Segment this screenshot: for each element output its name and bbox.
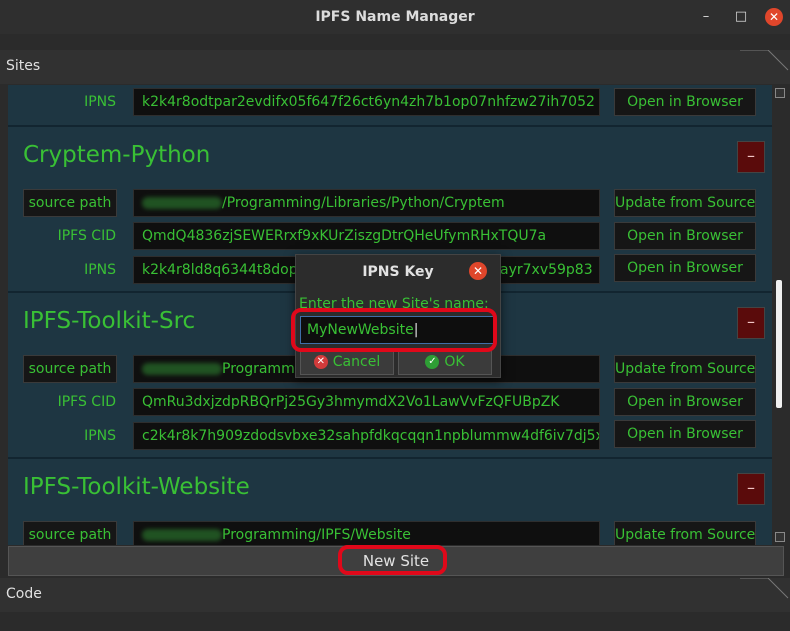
redacted-path (142, 363, 222, 375)
site-separator (8, 457, 772, 459)
ipfs-cid-label: IPFS CID (57, 394, 116, 410)
ipfs-cid-label: IPFS CID (57, 228, 116, 244)
remove-site-button[interactable]: – (737, 473, 765, 505)
cancel-icon: ✕ (313, 355, 328, 369)
source-path-value: Programming/IPFS/Website (222, 527, 411, 543)
open-in-browser-button[interactable]: Open in Browser (614, 88, 756, 116)
source-path-field[interactable]: Programming/IPFS/Website (133, 521, 600, 545)
code-section-label: Code (6, 586, 42, 602)
source-path-button[interactable]: source path (23, 521, 117, 545)
ipfs-cid-field[interactable]: QmdQ4836zjSEWERrxf9xKUrZiszgDtrQHeUfymRH… (133, 222, 600, 250)
update-from-source-button[interactable]: Update from Source (614, 355, 756, 383)
source-path-button[interactable]: source path (23, 189, 117, 217)
source-path-button[interactable]: source path (23, 355, 117, 383)
source-path-value: Programm (222, 361, 295, 377)
update-from-source-button[interactable]: Update from Source (614, 189, 756, 217)
maximize-icon[interactable]: □ (732, 8, 750, 26)
site-title: IPFS-Toolkit-Website (23, 474, 250, 500)
cancel-button[interactable]: ✕ Cancel (300, 349, 394, 375)
ipns-value-tail: ayr7xv59p83 (500, 262, 593, 278)
ipns-field[interactable]: k2k4r8odtpar2evdifx05f647f26ct6yn4zh7b1o… (133, 88, 600, 116)
ipns-value: k2k4r8ld8q6344t8dop (142, 262, 298, 278)
ok-button[interactable]: ✓ OK (398, 349, 492, 375)
ipfs-cid-field[interactable]: QmRu3dxjzdpRBQrPj25Gy3hmymdX2Vo1LawVvFzQ… (133, 388, 600, 416)
highlight-annotation (338, 545, 447, 575)
cancel-label: Cancel (332, 354, 381, 370)
scrollbar-thumb[interactable] (776, 280, 782, 408)
remove-site-button[interactable]: – (737, 307, 765, 339)
dialog-close-icon[interactable]: ✕ (469, 262, 487, 280)
scroll-down-arrow[interactable] (775, 532, 785, 542)
vertical-scrollbar[interactable] (772, 85, 786, 545)
open-in-browser-button[interactable]: Open in Browser (614, 420, 756, 448)
ipns-field[interactable]: c2k4r8k7h909zdodsvbxe32sahpfdkqcqqn1npbl… (133, 422, 600, 450)
redacted-path (142, 197, 222, 209)
highlight-annotation (291, 308, 497, 352)
section-corner-decoration (740, 50, 789, 71)
site-title: IPFS-Toolkit-Src (23, 308, 196, 334)
sites-section-header[interactable]: Sites (0, 50, 790, 84)
remove-site-button[interactable]: – (737, 141, 765, 173)
source-path-value: /Programming/Libraries/Python/Cryptem (222, 195, 505, 211)
update-from-source-button[interactable]: Update from Source (614, 521, 756, 545)
site-separator (8, 125, 772, 127)
title-bar: IPFS Name Manager – □ ✕ (0, 0, 790, 34)
section-corner-decoration (740, 578, 789, 599)
code-section-header[interactable]: Code (0, 578, 790, 612)
open-in-browser-button[interactable]: Open in Browser (614, 254, 756, 282)
ipns-label: IPNS (84, 94, 116, 110)
sites-section-label: Sites (6, 58, 41, 74)
source-path-field[interactable]: /Programming/Libraries/Python/Cryptem (133, 189, 600, 217)
close-icon[interactable]: ✕ (765, 8, 783, 26)
window-title: IPFS Name Manager (315, 9, 475, 25)
redacted-path (142, 529, 222, 541)
open-in-browser-button[interactable]: Open in Browser (614, 222, 756, 250)
site-title: Cryptem-Python (23, 142, 211, 168)
ok-check-icon: ✓ (425, 355, 440, 369)
ipns-label: IPNS (84, 262, 116, 278)
minimize-icon[interactable]: – (697, 8, 715, 26)
ok-label: OK (444, 354, 465, 370)
open-in-browser-button[interactable]: Open in Browser (614, 388, 756, 416)
ipns-label: IPNS (84, 428, 116, 444)
scroll-up-arrow[interactable] (775, 88, 785, 98)
